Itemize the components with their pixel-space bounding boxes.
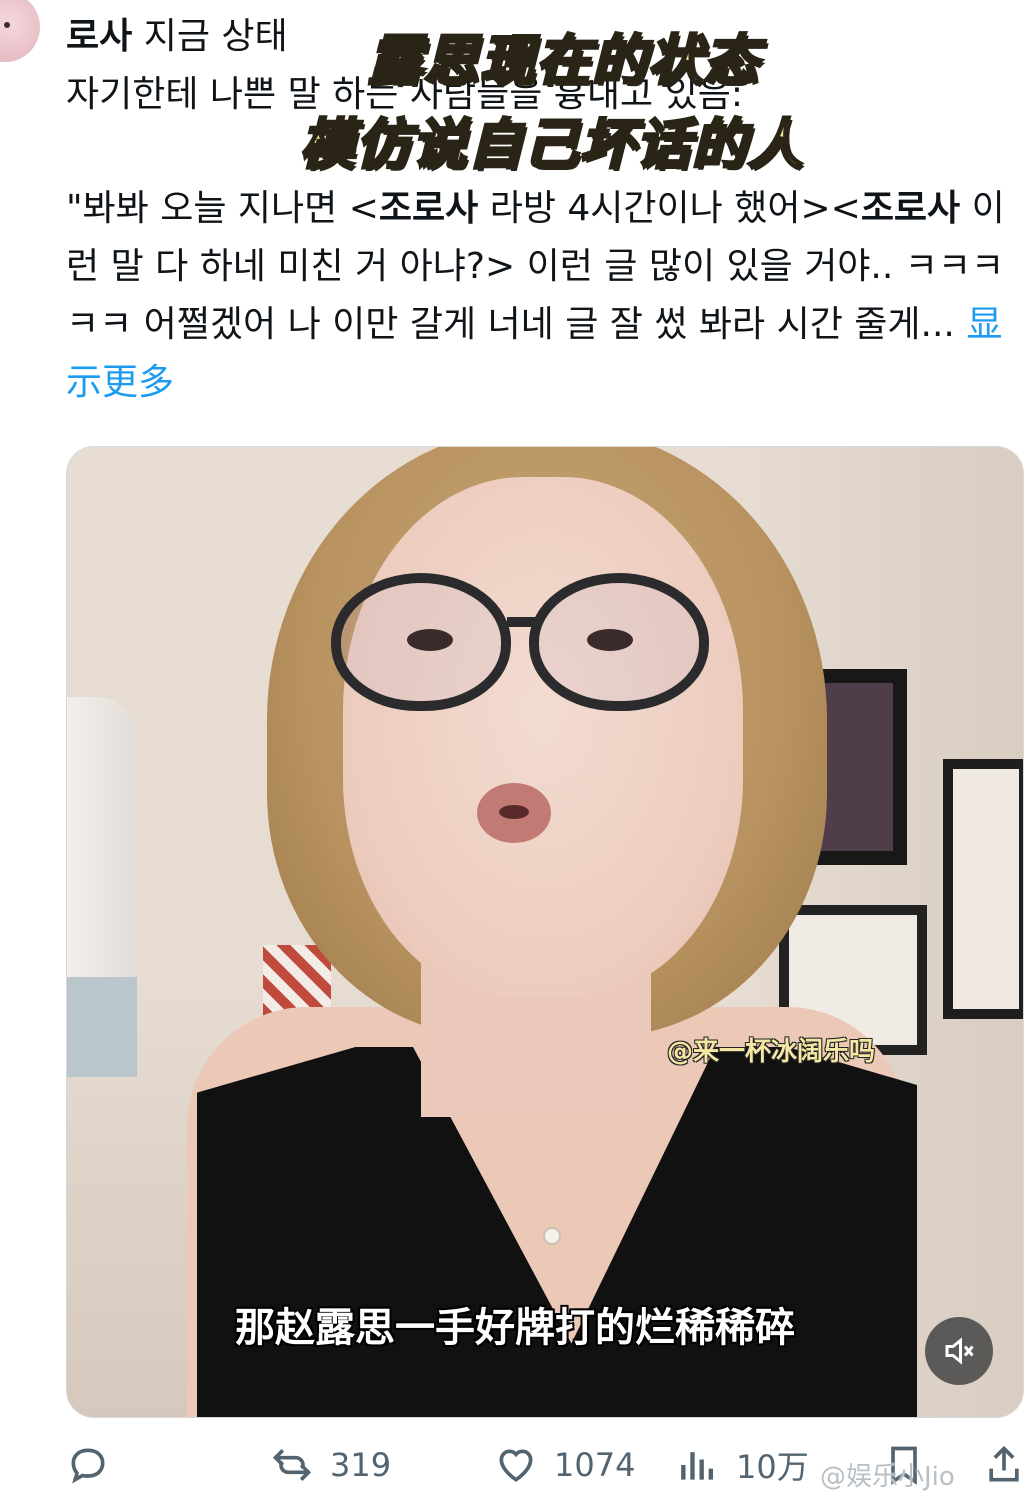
background-vase bbox=[67, 977, 137, 1077]
overlay-caption-1: 露思现在的状态 bbox=[367, 28, 760, 94]
tweet-text-part: "봐봐 오늘 지나면 < bbox=[66, 188, 379, 229]
view-count: 10万 bbox=[736, 1448, 809, 1486]
glasses-bridge bbox=[507, 617, 535, 627]
person-eye bbox=[587, 629, 633, 651]
share-icon bbox=[989, 1445, 1019, 1482]
avatar-eye bbox=[4, 22, 10, 28]
person-mouth bbox=[477, 783, 551, 843]
like-count: 1074 bbox=[554, 1446, 636, 1484]
person-face bbox=[343, 477, 743, 997]
heart-icon bbox=[499, 1449, 533, 1482]
tweet-bold-name: 조로사 bbox=[378, 188, 479, 229]
views-button[interactable]: 10万 bbox=[676, 1432, 809, 1498]
necklace bbox=[543, 1227, 561, 1245]
share-button[interactable] bbox=[982, 1432, 1032, 1498]
retweet-count: 319 bbox=[330, 1446, 392, 1484]
tweet-first-line: 지금 상태 bbox=[143, 16, 288, 57]
retweet-button[interactable]: 319 bbox=[270, 1432, 391, 1498]
video-subtitle: 那赵露思一手好牌打的烂稀稀碎 bbox=[235, 1305, 795, 1351]
retweet-icon bbox=[272, 1449, 312, 1481]
tweet-text-part: 라방 4시간이나 했어>< bbox=[478, 188, 861, 229]
author-name[interactable]: 로사 bbox=[66, 16, 132, 57]
reply-icon bbox=[71, 1448, 105, 1484]
wall-frame bbox=[943, 759, 1023, 1019]
reply-button[interactable] bbox=[66, 1432, 126, 1498]
like-button[interactable]: 1074 bbox=[494, 1432, 635, 1498]
person-eye bbox=[407, 629, 453, 651]
video-watermark: @来一杯冰阔乐吗 bbox=[667, 1037, 876, 1067]
speaker-muted-icon bbox=[945, 1337, 974, 1365]
avatar[interactable] bbox=[0, 0, 40, 62]
weibo-watermark: @娱乐小Jio bbox=[820, 1462, 955, 1492]
video-player[interactable]: @来一杯冰阔乐吗 那赵露思一手好牌打的烂稀稀碎 bbox=[66, 446, 1024, 1418]
mute-button[interactable] bbox=[925, 1317, 993, 1385]
overlay-caption-2: 模仿说自己坏话的人 bbox=[299, 112, 804, 178]
tweet-text: "봐봐 오늘 지나면 <조로사 라방 4시간이나 했어><조로사 이런 말 다 … bbox=[66, 180, 1016, 412]
tweet-bold-name: 조로사 bbox=[860, 188, 961, 229]
bar-chart-icon bbox=[681, 1452, 714, 1480]
tweet-header: 로사 지금 상태 bbox=[66, 14, 288, 60]
